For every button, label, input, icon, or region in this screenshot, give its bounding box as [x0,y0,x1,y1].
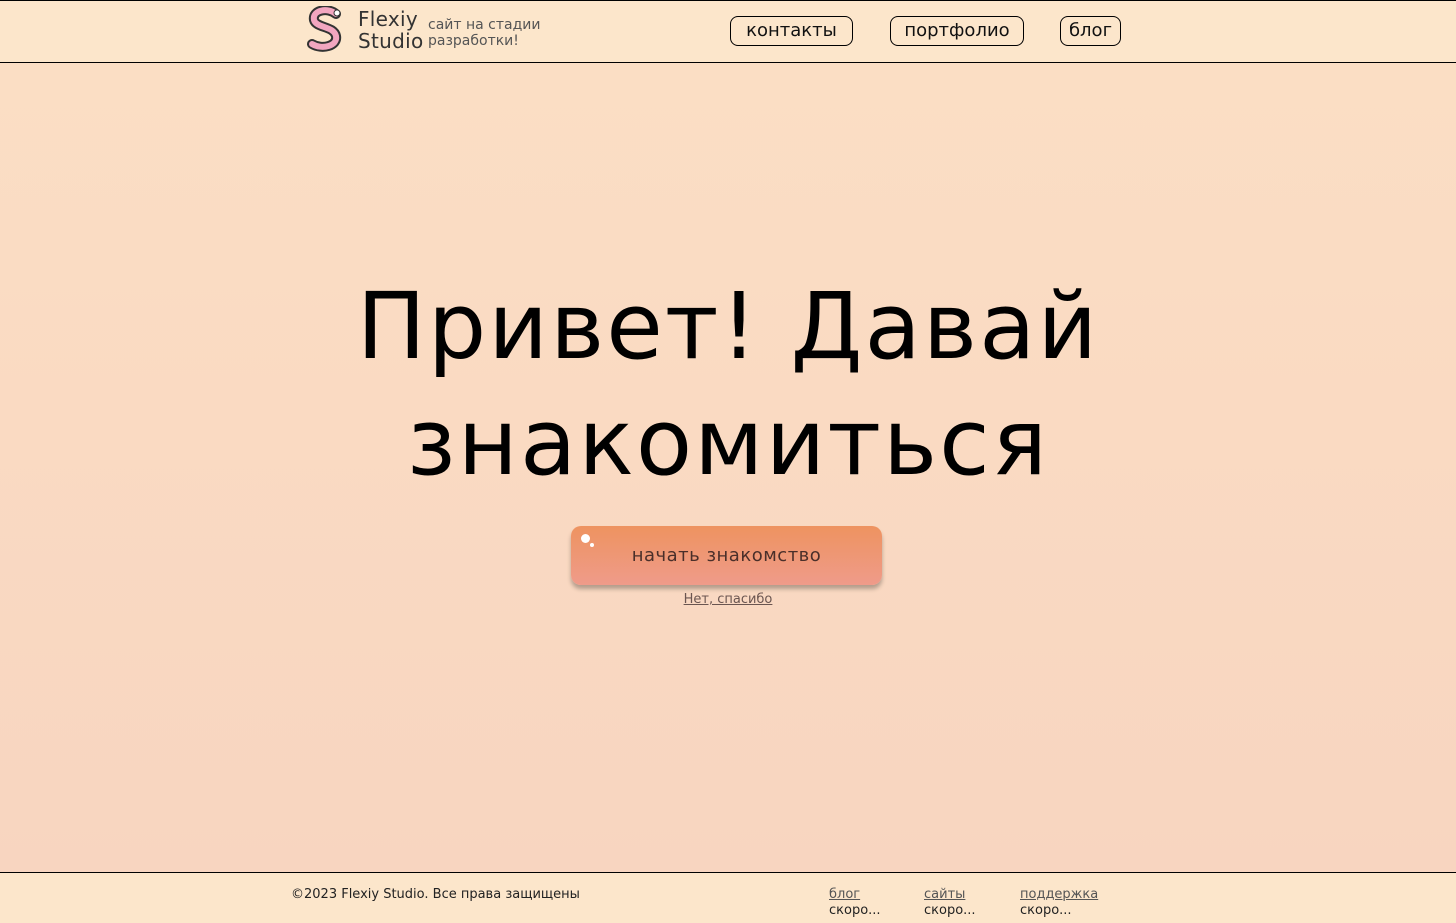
site-footer: ©2023 Flexiy Studio. Все права защищены … [0,872,1456,923]
bubble-dots-icon [581,534,590,543]
nav-contacts-button[interactable]: контакты [730,16,853,46]
main-section: Привет! Давай знакомиться начать знакомс… [0,63,1456,872]
brand-name[interactable]: Flexiy Studio [358,8,424,52]
footer-column-support: поддержка скоро... [1020,887,1098,919]
brand-line-2: Studio [358,29,424,53]
footer-note: скоро... [924,903,976,918]
footer-link-sites[interactable]: сайты [924,887,976,903]
nav-portfolio-button[interactable]: портфолио [890,16,1024,46]
bubble-dot-small-icon [590,543,594,547]
site-header: Flexiy Studio сайт на стадии разработки!… [0,0,1456,63]
hero-title: Привет! Давай знакомиться [0,269,1456,501]
brand-line-1: Flexiy [358,7,419,31]
tagline-line-2: разработки! [428,33,519,49]
site-tagline: сайт на стадии разработки! [428,17,540,49]
copyright-text: ©2023 Flexiy Studio. Все права защищены [291,887,580,902]
decline-wrapper: Нет, спасибо [0,592,1456,607]
footer-link-blog[interactable]: блог [829,887,881,903]
footer-column-sites: сайты скоро... [924,887,976,919]
footer-note: скоро... [1020,903,1072,918]
flexiy-logo-icon[interactable] [306,6,348,52]
footer-link-support[interactable]: поддержка [1020,887,1098,903]
footer-column-blog: блог скоро... [829,887,881,919]
hero-title-line-1: Привет! Давай [356,273,1100,380]
cta-label: начать знакомство [631,545,822,566]
nav-blog-button[interactable]: блог [1060,16,1121,46]
start-acquaintance-button[interactable]: начать знакомство [571,526,882,585]
hero-title-line-2: знакомиться [406,389,1050,496]
footer-note: скоро... [829,903,881,918]
tagline-line-1: сайт на стадии [428,17,541,33]
decline-link[interactable]: Нет, спасибо [684,592,773,607]
